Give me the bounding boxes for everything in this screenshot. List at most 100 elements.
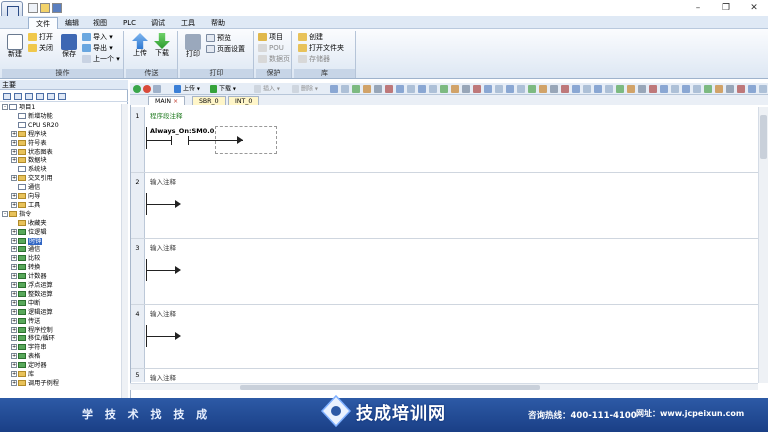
save-button[interactable]: 保存: [60, 34, 78, 59]
editor-tool-icon[interactable]: [352, 85, 360, 93]
editor-tool-icon[interactable]: [638, 85, 646, 93]
download-button[interactable]: 下载: [153, 33, 171, 58]
ladder-editor[interactable]: 1 程序段注释 Always_On:SM0.0 2 输入注释 3 输入注释 4 …: [130, 105, 768, 400]
tree-item[interactable]: + 向导: [11, 193, 40, 202]
tree-item[interactable]: + 比较: [11, 255, 40, 264]
tree-item[interactable]: - 指令: [2, 210, 31, 220]
expand-toggle-icon[interactable]: +: [11, 264, 17, 271]
tab-edit[interactable]: 编辑: [58, 17, 86, 29]
stop-icon[interactable]: [143, 85, 151, 93]
tab-main[interactable]: MAIN ×: [148, 96, 186, 105]
protect-data-page-button[interactable]: 数据页: [258, 55, 290, 64]
network-comment[interactable]: 输入注释: [150, 176, 176, 186]
tree-item[interactable]: CPU SR20: [11, 121, 59, 131]
tree-tool-4-icon[interactable]: [36, 93, 44, 100]
tree-item[interactable]: + 调用子例程: [11, 379, 59, 389]
compile-icon[interactable]: [153, 85, 161, 93]
expand-toggle-icon[interactable]: +: [11, 148, 17, 155]
expand-toggle-icon[interactable]: +: [11, 290, 17, 297]
editor-tool-icon[interactable]: [330, 85, 338, 93]
print-preview-button[interactable]: 预览: [206, 34, 231, 43]
editor-tool-icon[interactable]: [671, 85, 679, 93]
editor-tool-icon[interactable]: [429, 85, 437, 93]
editor-tool-icon[interactable]: [737, 85, 745, 93]
editor-tool-icon[interactable]: [440, 85, 448, 93]
network-comment[interactable]: 输入注释: [150, 242, 176, 252]
close-button[interactable]: ✕: [740, 1, 768, 15]
tab-tools[interactable]: 工具: [174, 17, 202, 29]
tree-tool-3-icon[interactable]: [25, 93, 33, 100]
tree-item[interactable]: + 整数运算: [11, 290, 53, 300]
tree-item[interactable]: + 传送: [11, 317, 40, 327]
expand-toggle-icon[interactable]: +: [11, 308, 17, 315]
print-button[interactable]: 打印: [184, 34, 202, 59]
editor-vertical-scrollbar[interactable]: [758, 107, 768, 383]
import-button[interactable]: 导入 ▾: [82, 33, 113, 42]
horizontal-scrollbar-thumb[interactable]: [240, 385, 540, 390]
expand-toggle-icon[interactable]: +: [11, 255, 17, 262]
tree-item[interactable]: + 浮点运算: [11, 282, 53, 291]
tab-sbr0[interactable]: SBR_0: [192, 96, 226, 105]
tree-item[interactable]: - 项目1: [2, 104, 35, 113]
editor-tool-icon[interactable]: [374, 85, 382, 93]
editor-tool-icon[interactable]: [561, 85, 569, 93]
tree-item[interactable]: + 中断: [11, 299, 40, 309]
expand-toggle-icon[interactable]: +: [11, 335, 17, 342]
network-5[interactable]: 5 输入注释: [131, 369, 759, 382]
tree-tool-1-icon[interactable]: [3, 93, 11, 100]
open-folder-button[interactable]: 打开文件夹: [298, 44, 344, 53]
tab-view[interactable]: 视图: [86, 17, 114, 29]
tree-tool-2-icon[interactable]: [14, 93, 22, 100]
editor-tool-icon[interactable]: [407, 85, 415, 93]
editor-tool-icon[interactable]: [462, 85, 470, 93]
editor-tool-icon[interactable]: [715, 85, 723, 93]
tree-tool-5-icon[interactable]: [47, 93, 55, 100]
tab-int0[interactable]: INT_0: [228, 96, 260, 105]
tree-item[interactable]: + 通信: [11, 246, 40, 255]
open-button[interactable]: 打开: [28, 33, 53, 42]
minimize-button[interactable]: –: [684, 1, 712, 15]
tree-item[interactable]: + 时钟: [11, 237, 43, 247]
tree-item[interactable]: 新增功能: [11, 112, 53, 122]
tree-tool-6-icon[interactable]: [58, 93, 66, 100]
editor-tool-icon[interactable]: [660, 85, 668, 93]
expand-toggle-icon[interactable]: +: [11, 353, 17, 360]
expand-toggle-icon[interactable]: +: [11, 379, 17, 386]
tree-item[interactable]: + 位逻辑: [11, 228, 47, 238]
editor-tool-icon[interactable]: [682, 85, 690, 93]
expand-toggle-icon[interactable]: +: [11, 317, 17, 324]
editor-tool-icon[interactable]: [583, 85, 591, 93]
expand-toggle-icon[interactable]: +: [11, 201, 17, 208]
tree-item[interactable]: 系统块: [11, 166, 47, 175]
upload-button[interactable]: 上传: [131, 33, 149, 58]
toolbar-delete-button[interactable]: 删除 ▾: [292, 85, 318, 94]
editor-tool-icon[interactable]: [484, 85, 492, 93]
editor-tool-icon[interactable]: [704, 85, 712, 93]
new-button[interactable]: 新建: [6, 34, 24, 59]
open-folder-icon[interactable]: [40, 3, 50, 13]
protect-pou-button[interactable]: POU: [258, 44, 284, 53]
create-library-button[interactable]: 创建: [298, 33, 323, 42]
editor-tool-icon[interactable]: [627, 85, 635, 93]
editor-tool-icon[interactable]: [550, 85, 558, 93]
expand-toggle-icon[interactable]: +: [11, 130, 17, 137]
close-tab-icon[interactable]: ×: [173, 98, 178, 105]
toolbar-download-button[interactable]: 下载 ▾: [210, 85, 236, 94]
editor-tool-icon[interactable]: [385, 85, 393, 93]
tree-item[interactable]: + 状态图表: [11, 148, 53, 158]
recent-button[interactable]: 上一个 ▾: [82, 55, 120, 64]
editor-tool-icon[interactable]: [693, 85, 701, 93]
editor-tool-icon[interactable]: [341, 85, 349, 93]
expand-toggle-icon[interactable]: +: [11, 282, 17, 288]
editor-tool-icon[interactable]: [451, 85, 459, 93]
tree-item[interactable]: 通信: [11, 184, 40, 193]
expand-toggle-icon[interactable]: +: [11, 362, 17, 369]
editor-tool-icon[interactable]: [748, 85, 756, 93]
editor-tool-icon[interactable]: [495, 85, 503, 93]
expand-toggle-icon[interactable]: +: [11, 273, 17, 280]
editor-tool-icon[interactable]: [363, 85, 371, 93]
maximize-button[interactable]: ❐: [712, 1, 740, 15]
editor-tool-icon[interactable]: [396, 85, 404, 93]
editor-tool-icon[interactable]: [594, 85, 602, 93]
tree-item[interactable]: + 符号表: [11, 139, 47, 149]
